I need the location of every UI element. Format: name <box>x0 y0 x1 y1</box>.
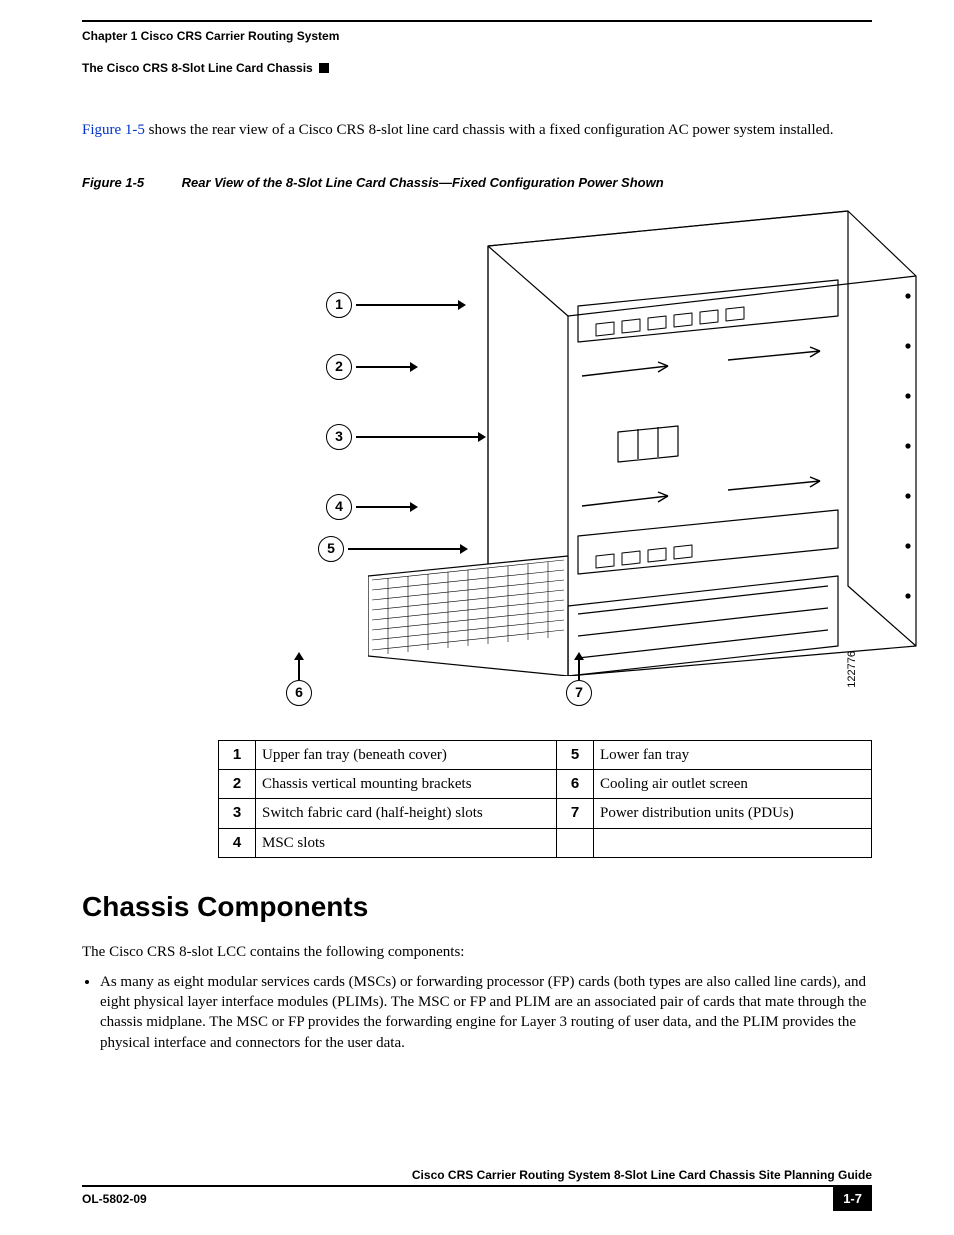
figure-xref-link[interactable]: Figure 1-5 <box>82 122 145 138</box>
footer-doc-number: OL-5802-09 <box>82 1187 833 1211</box>
content-area: Figure 1-5 shows the rear view of a Cisc… <box>82 120 872 1059</box>
intro-paragraph: Figure 1-5 shows the rear view of a Cisc… <box>82 120 872 140</box>
callout-bubble: 7 <box>566 680 592 706</box>
footer-page-number: 1-7 <box>833 1187 872 1211</box>
callout-4: 4 <box>326 494 418 520</box>
callout-bubble: 5 <box>318 536 344 562</box>
page-footer: Cisco CRS Carrier Routing System 8-Slot … <box>82 1167 872 1211</box>
callout-2: 2 <box>326 354 418 380</box>
page: Chapter 1 Cisco CRS Carrier Routing Syst… <box>0 0 954 1235</box>
callout-bubble: 4 <box>326 494 352 520</box>
bullet-list: As many as eight modular services cards … <box>82 972 872 1053</box>
list-item: As many as eight modular services cards … <box>100 972 872 1053</box>
table-row: 2 Chassis vertical mounting brackets 6 C… <box>219 770 872 799</box>
legend-text: Lower fan tray <box>594 740 872 769</box>
legend-text: MSC slots <box>256 828 557 857</box>
header-marker-icon <box>319 63 329 73</box>
legend-text: Power distribution units (PDUs) <box>594 799 872 828</box>
legend-text: Switch fabric card (half-height) slots <box>256 799 557 828</box>
running-header: Chapter 1 Cisco CRS Carrier Routing Syst… <box>82 20 872 76</box>
legend-key <box>557 828 594 857</box>
header-left: Chapter 1 Cisco CRS Carrier Routing Syst… <box>82 28 339 44</box>
intro-text: shows the rear view of a Cisco CRS 8-slo… <box>145 122 834 138</box>
legend-key: 6 <box>557 770 594 799</box>
callout-5: 5 <box>318 536 468 562</box>
table-row: 4 MSC slots <box>219 828 872 857</box>
legend-text: Upper fan tray (beneath cover) <box>256 740 557 769</box>
legend-text <box>594 828 872 857</box>
legend-key: 1 <box>219 740 256 769</box>
legend-key: 3 <box>219 799 256 828</box>
footer-doc-title: Cisco CRS Carrier Routing System 8-Slot … <box>82 1167 872 1183</box>
callout-bubble: 6 <box>286 680 312 706</box>
figure-image-number: 122776 <box>845 651 860 688</box>
figure-number: Figure 1-5 <box>82 174 178 192</box>
legend-key: 2 <box>219 770 256 799</box>
figure-illustration: 1 2 3 4 5 6 <box>218 206 872 706</box>
callout-bubble: 2 <box>326 354 352 380</box>
table-row: 1 Upper fan tray (beneath cover) 5 Lower… <box>219 740 872 769</box>
table-row: 3 Switch fabric card (half-height) slots… <box>219 799 872 828</box>
callout-bubble: 3 <box>326 424 352 450</box>
section-heading: Chassis Components <box>82 888 872 926</box>
callout-1: 1 <box>326 292 466 318</box>
legend-text: Chassis vertical mounting brackets <box>256 770 557 799</box>
callout-6: 6 <box>286 652 312 706</box>
figure-caption: Figure 1-5 Rear View of the 8-Slot Line … <box>82 174 872 192</box>
legend-text: Cooling air outlet screen <box>594 770 872 799</box>
legend-key: 4 <box>219 828 256 857</box>
section-lead: The Cisco CRS 8-slot LCC contains the fo… <box>82 942 872 962</box>
callout-7: 7 <box>566 652 592 706</box>
legend-key: 7 <box>557 799 594 828</box>
callout-bubble: 1 <box>326 292 352 318</box>
legend-key: 5 <box>557 740 594 769</box>
figure-title: Rear View of the 8-Slot Line Card Chassi… <box>182 175 664 190</box>
callout-legend-table: 1 Upper fan tray (beneath cover) 5 Lower… <box>218 740 872 858</box>
callout-3: 3 <box>326 424 486 450</box>
header-right: The Cisco CRS 8-Slot Line Card Chassis <box>82 60 313 76</box>
